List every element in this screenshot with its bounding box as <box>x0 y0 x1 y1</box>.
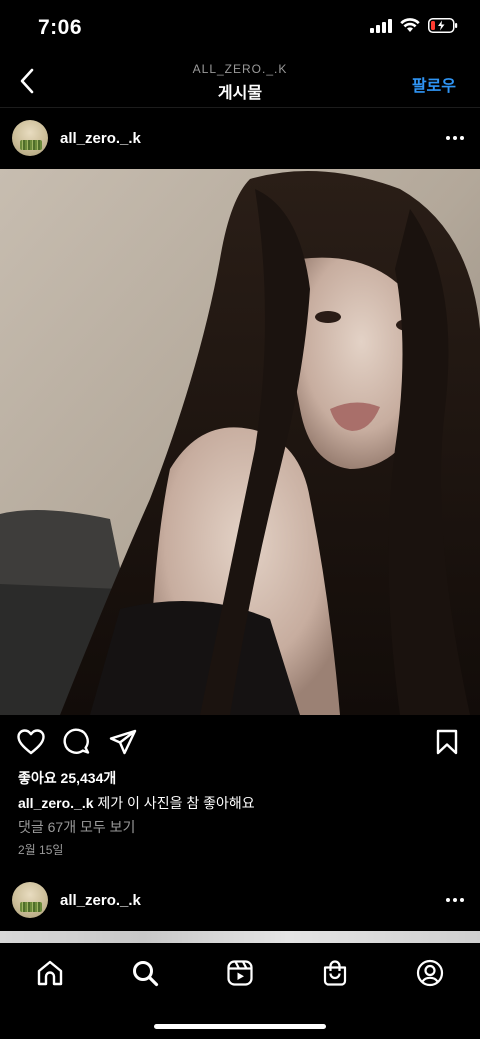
post-photo-image <box>0 169 480 715</box>
bottom-tab-bar <box>0 943 480 1039</box>
caption: all_zero._.k 제가 이 사진을 참 좋아해요 <box>18 793 255 813</box>
tab-reels[interactable] <box>222 957 258 989</box>
next-post-username[interactable]: all_zero._.k <box>60 892 141 909</box>
battery-icon <box>428 18 458 33</box>
home-icon <box>37 960 63 986</box>
more-options-icon[interactable] <box>446 136 464 140</box>
share-button[interactable] <box>106 727 140 757</box>
status-icons <box>370 18 458 33</box>
tab-shop[interactable] <box>317 957 353 989</box>
home-indicator[interactable] <box>154 1024 326 1029</box>
profile-icon <box>416 959 444 987</box>
reels-icon <box>227 960 253 986</box>
tab-search[interactable] <box>127 957 163 989</box>
post-date: 2월 15일 <box>18 843 64 857</box>
save-button[interactable] <box>431 727 463 757</box>
header-title-group: ALL_ZERO._.K 게시물 <box>0 62 480 103</box>
paper-plane-icon <box>109 729 137 755</box>
search-icon <box>133 961 159 987</box>
header-divider <box>0 107 480 108</box>
header-subtitle: ALL_ZERO._.K <box>192 62 288 76</box>
view-comments-link[interactable]: 댓글 67개 모두 보기 <box>18 817 135 837</box>
tab-home[interactable] <box>32 957 68 989</box>
tab-profile[interactable] <box>412 957 448 989</box>
next-post-more-options-icon[interactable] <box>446 898 464 902</box>
caption-text: 제가 이 사진을 참 좋아해요 <box>97 795 255 811</box>
post-username[interactable]: all_zero._.k <box>60 130 141 147</box>
next-post-photo[interactable] <box>0 931 480 943</box>
shopping-bag-icon <box>323 960 347 986</box>
status-time: 7:06 <box>38 16 83 39</box>
page-title: 게시물 <box>217 85 263 102</box>
comment-icon <box>63 728 90 754</box>
post-photo[interactable] <box>0 169 480 715</box>
heart-icon <box>17 729 45 755</box>
cellular-signal-icon <box>370 18 392 33</box>
next-post-avatar[interactable] <box>12 882 48 918</box>
follow-button[interactable]: 팔로우 <box>412 72 456 96</box>
wifi-icon <box>400 18 420 32</box>
likes-count[interactable]: 좋아요 25,434개 <box>18 768 116 788</box>
bookmark-icon <box>436 729 458 755</box>
like-button[interactable] <box>14 727 48 757</box>
comment-button[interactable] <box>60 727 94 757</box>
caption-username[interactable]: all_zero._.k <box>18 795 94 811</box>
avatar[interactable] <box>12 120 48 156</box>
